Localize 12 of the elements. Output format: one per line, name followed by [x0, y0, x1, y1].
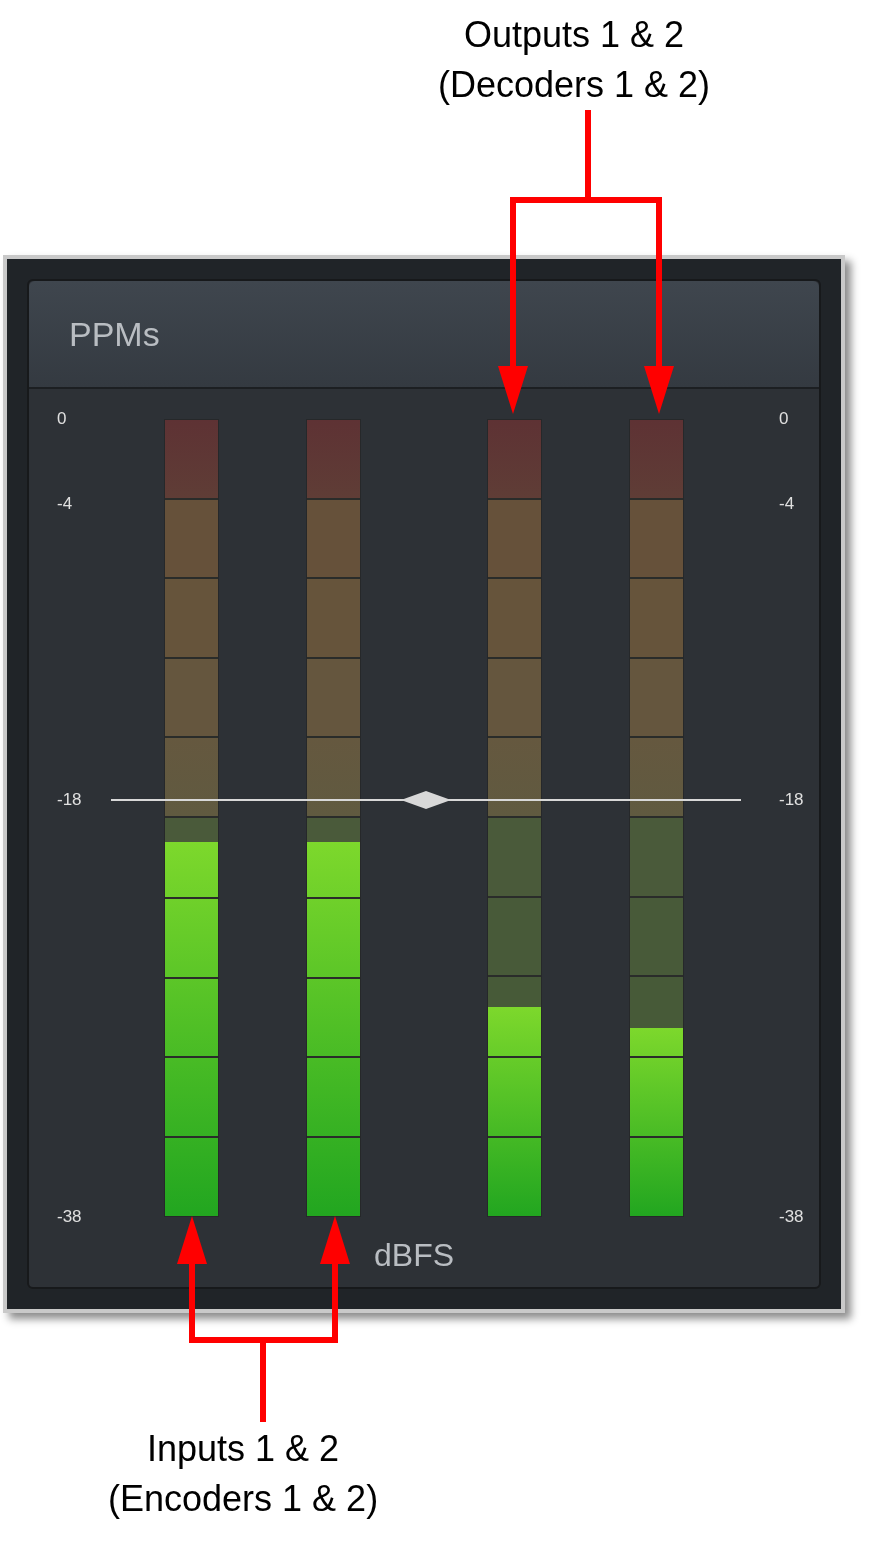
scale-label: -4 — [57, 493, 73, 516]
scale-label: -38 — [57, 1206, 82, 1229]
scale-label: -18 — [779, 788, 804, 811]
callout-label: Outputs 1 & 2 (Decoders 1 & 2) — [438, 13, 711, 107]
scale-label: -38 — [779, 1206, 804, 1229]
scale-label: 0 — [57, 408, 67, 431]
unit-label: dBFS — [374, 1236, 454, 1275]
callout-label: Inputs 1 & 2 (Encoders 1 & 2) — [108, 1427, 379, 1521]
panel-title: PPMs — [69, 313, 160, 355]
scale-label: -18 — [57, 788, 82, 811]
scale-label: 0 — [779, 408, 789, 431]
scale-label: -4 — [779, 493, 795, 516]
